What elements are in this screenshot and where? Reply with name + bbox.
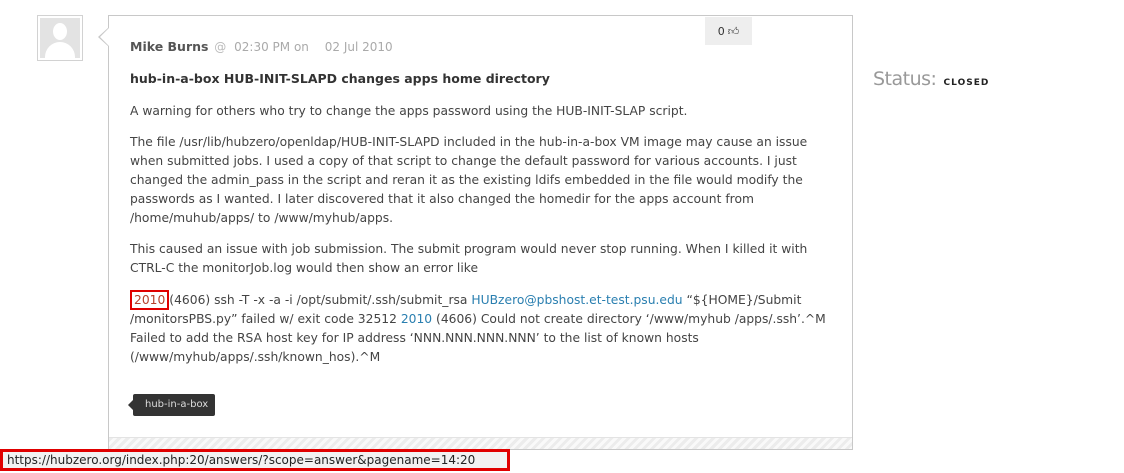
post-title: hub-in-a-box HUB-INIT-SLAPD changes apps… (130, 71, 550, 86)
paragraph: The file /usr/lib/hubzero/openldap/HUB-I… (130, 135, 808, 225)
post-time: 02:30 PM (234, 40, 291, 54)
year-highlight[interactable]: 2010 (130, 290, 170, 310)
on-word: on (293, 40, 309, 54)
post-date: 02 Jul 2010 (324, 40, 393, 54)
browser-status-bar: https://hubzero.org/index.php:20/answers… (0, 449, 510, 471)
card-footer (109, 437, 852, 449)
at-symbol: @ (214, 40, 227, 54)
error-log: 2010 (4606) ssh -T -x -a -i /opt/submit/.… (130, 290, 836, 367)
vote-button[interactable]: 0 👍︎ (705, 17, 752, 45)
card-pointer-fill (100, 28, 109, 46)
tag-hub-in-a-box[interactable]: hub-in-a-box (127, 394, 216, 416)
year-link[interactable]: 2010 (401, 312, 432, 326)
paragraph: A warning for others who try to change t… (130, 104, 688, 118)
status-block: Status: CLOSED (873, 68, 989, 90)
avatar[interactable] (37, 15, 83, 61)
status-badge: CLOSED (943, 78, 990, 88)
post-meta: Mike Burns @ 02:30 PM on 02 Jul 2010 (130, 39, 393, 54)
email-link[interactable]: HUBzero@pbshost.et-test.psu.edu (471, 293, 682, 307)
answer-card: 0 👍︎ Mike Burns @ 02:30 PM on 02 Jul 201… (108, 15, 853, 450)
status-label: Status: (873, 68, 937, 90)
thumbs-up-icon: 👍︎ (727, 24, 740, 38)
paragraph: This caused an issue with job submission… (130, 242, 808, 275)
log-text: (4606) ssh -T -x -a -i /opt/submit/.ssh/… (169, 293, 472, 307)
vote-count: 0 (717, 24, 725, 38)
status-url: https://hubzero.org/index.php:20/answers… (7, 453, 476, 467)
user-silhouette-icon (40, 18, 80, 58)
post-body: A warning for others who try to change t… (130, 102, 836, 379)
author-name[interactable]: Mike Burns (130, 39, 208, 54)
